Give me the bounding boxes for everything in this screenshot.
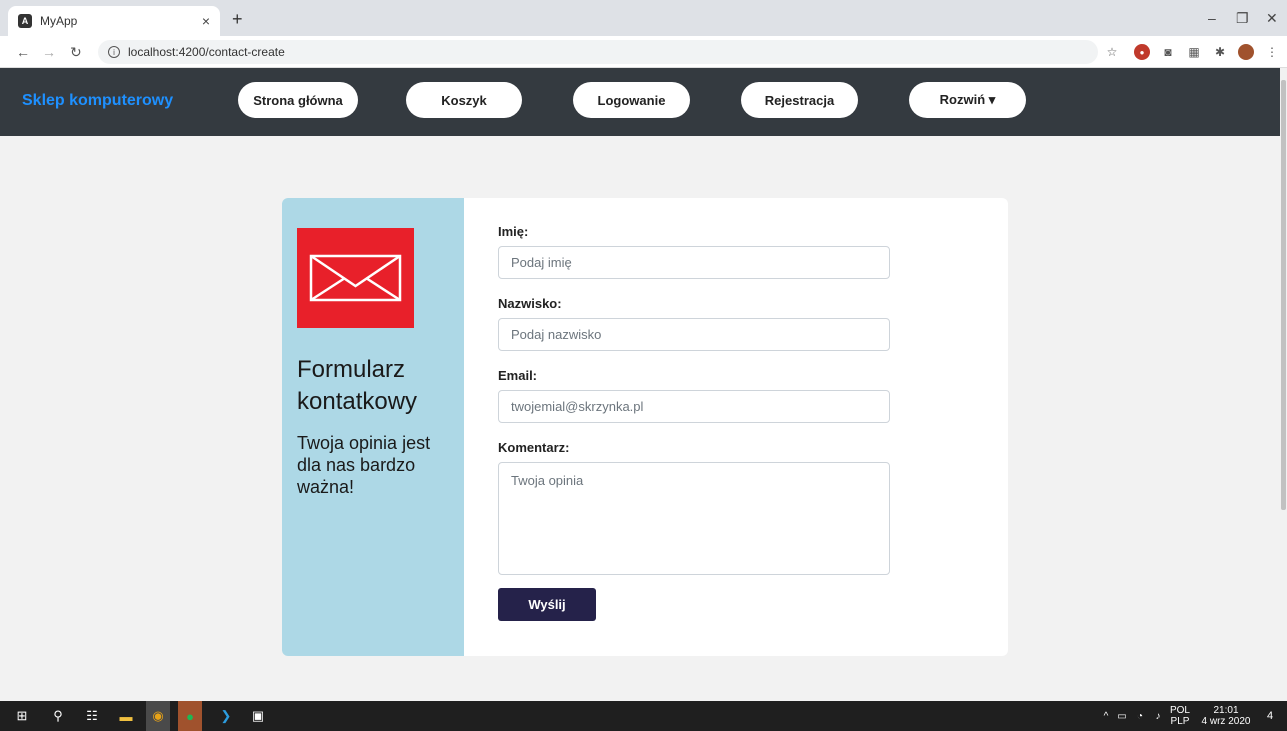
chrome-icon[interactable]: ◉ <box>146 701 170 731</box>
envelope-icon <box>297 228 414 328</box>
app-icon[interactable]: ▣ <box>250 708 266 724</box>
first-name-label: Imię: <box>498 224 529 239</box>
windows-taskbar: ⊞ ⚲ ☷ ▬ ◉ ● ❯ ▣ ^ ▭ ◔ ♪ POL PLP 21:01 4 … <box>0 701 1287 731</box>
maximize-button[interactable]: ❐ <box>1236 10 1249 27</box>
submit-button[interactable]: Wyślij <box>498 588 596 621</box>
first-name-input[interactable] <box>498 246 890 279</box>
spotify-icon[interactable]: ● <box>178 701 202 731</box>
close-window-button[interactable]: ✕ <box>1266 10 1278 27</box>
last-name-label: Nazwisko: <box>498 296 562 311</box>
tab-title: MyApp <box>40 14 78 28</box>
notification-count: 4 <box>1266 710 1274 722</box>
vscode-icon[interactable]: ❯ <box>218 708 234 724</box>
minimize-button[interactable]: – <box>1208 10 1216 26</box>
reload-icon[interactable]: ↻ <box>70 44 82 61</box>
language-bottom: PLP <box>1170 716 1190 727</box>
email-input[interactable] <box>498 390 890 423</box>
contact-subtitle: Twoja opinia jest dla nas bardzo ważna! <box>297 433 431 497</box>
app-navbar: Sklep komputerowy Strona główna Koszyk L… <box>0 68 1280 136</box>
menu-dots-icon[interactable]: ⋮ <box>1264 44 1280 60</box>
browser-tabstrip: A MyApp × + – ❐ ✕ <box>0 0 1287 36</box>
file-explorer-icon[interactable]: ▬ <box>118 708 134 724</box>
notifications-icon[interactable]: 4 <box>1262 708 1278 724</box>
clock-date: 4 wrz 2020 <box>1201 716 1251 727</box>
windows-start-icon[interactable]: ⊞ <box>14 708 30 724</box>
language-top: POL <box>1169 705 1190 716</box>
search-icon[interactable]: ⚲ <box>50 708 66 724</box>
clock[interactable]: 21:01 4 wrz 2020 <box>1200 705 1252 727</box>
browser-tab[interactable]: A MyApp × <box>8 6 220 36</box>
tray-chevron-icon[interactable]: ^ <box>1098 708 1114 724</box>
battery-icon[interactable]: ▭ <box>1114 708 1130 724</box>
angular-favicon-icon: A <box>18 14 32 28</box>
brand-link[interactable]: Sklep komputerowy <box>22 92 173 110</box>
new-extension-icon[interactable]: ▦ <box>1186 44 1202 60</box>
last-name-input[interactable] <box>498 318 890 351</box>
bookmark-star-icon[interactable]: ☆ <box>1104 44 1120 60</box>
volume-icon[interactable]: ♪ <box>1150 708 1166 724</box>
comment-textarea[interactable] <box>498 462 890 575</box>
clock-time: 21:01 <box>1213 705 1239 716</box>
nav-register[interactable]: Rejestracja <box>741 82 858 118</box>
email-label: Email: <box>498 368 538 383</box>
profile-avatar[interactable] <box>1238 44 1254 60</box>
back-arrow-icon[interactable]: ← <box>16 44 30 60</box>
nav-cart[interactable]: Koszyk <box>406 82 522 118</box>
wifi-icon[interactable]: ◔ <box>1132 708 1148 724</box>
info-icon[interactable]: i <box>108 46 120 58</box>
nav-login[interactable]: Logowanie <box>573 82 690 118</box>
address-bar[interactable]: i localhost:4200/contact-create <box>98 40 1098 64</box>
comment-label: Komentarz: <box>498 440 570 455</box>
forward-arrow-icon[interactable]: → <box>42 44 56 60</box>
ublock-extension-icon[interactable]: ● <box>1134 44 1150 60</box>
task-view-icon[interactable]: ☷ <box>84 708 100 724</box>
extensions-puzzle-icon[interactable]: ✱ <box>1212 44 1228 60</box>
language-indicator[interactable]: POL PLP <box>1168 705 1192 727</box>
scrollbar-thumb[interactable] <box>1281 80 1286 510</box>
nav-expand-dropdown[interactable]: Rozwiń ▾ <box>909 82 1026 118</box>
screenshot-extension-icon[interactable]: ◙ <box>1160 44 1176 60</box>
nav-home[interactable]: Strona główna <box>238 82 358 118</box>
contact-sidebar: Formularz kontatkowy Twoja opinia jest d… <box>282 198 464 656</box>
tab-close-icon[interactable]: × <box>202 13 210 29</box>
new-tab-button[interactable]: + <box>232 9 243 30</box>
address-url: localhost:4200/contact-create <box>128 45 285 59</box>
contact-title: Formularz kontatkowy <box>297 356 418 415</box>
browser-toolbar: ← → ↻ i localhost:4200/contact-create ☆ … <box>0 36 1287 68</box>
contact-card: Formularz kontatkowy Twoja opinia jest d… <box>282 198 1008 656</box>
